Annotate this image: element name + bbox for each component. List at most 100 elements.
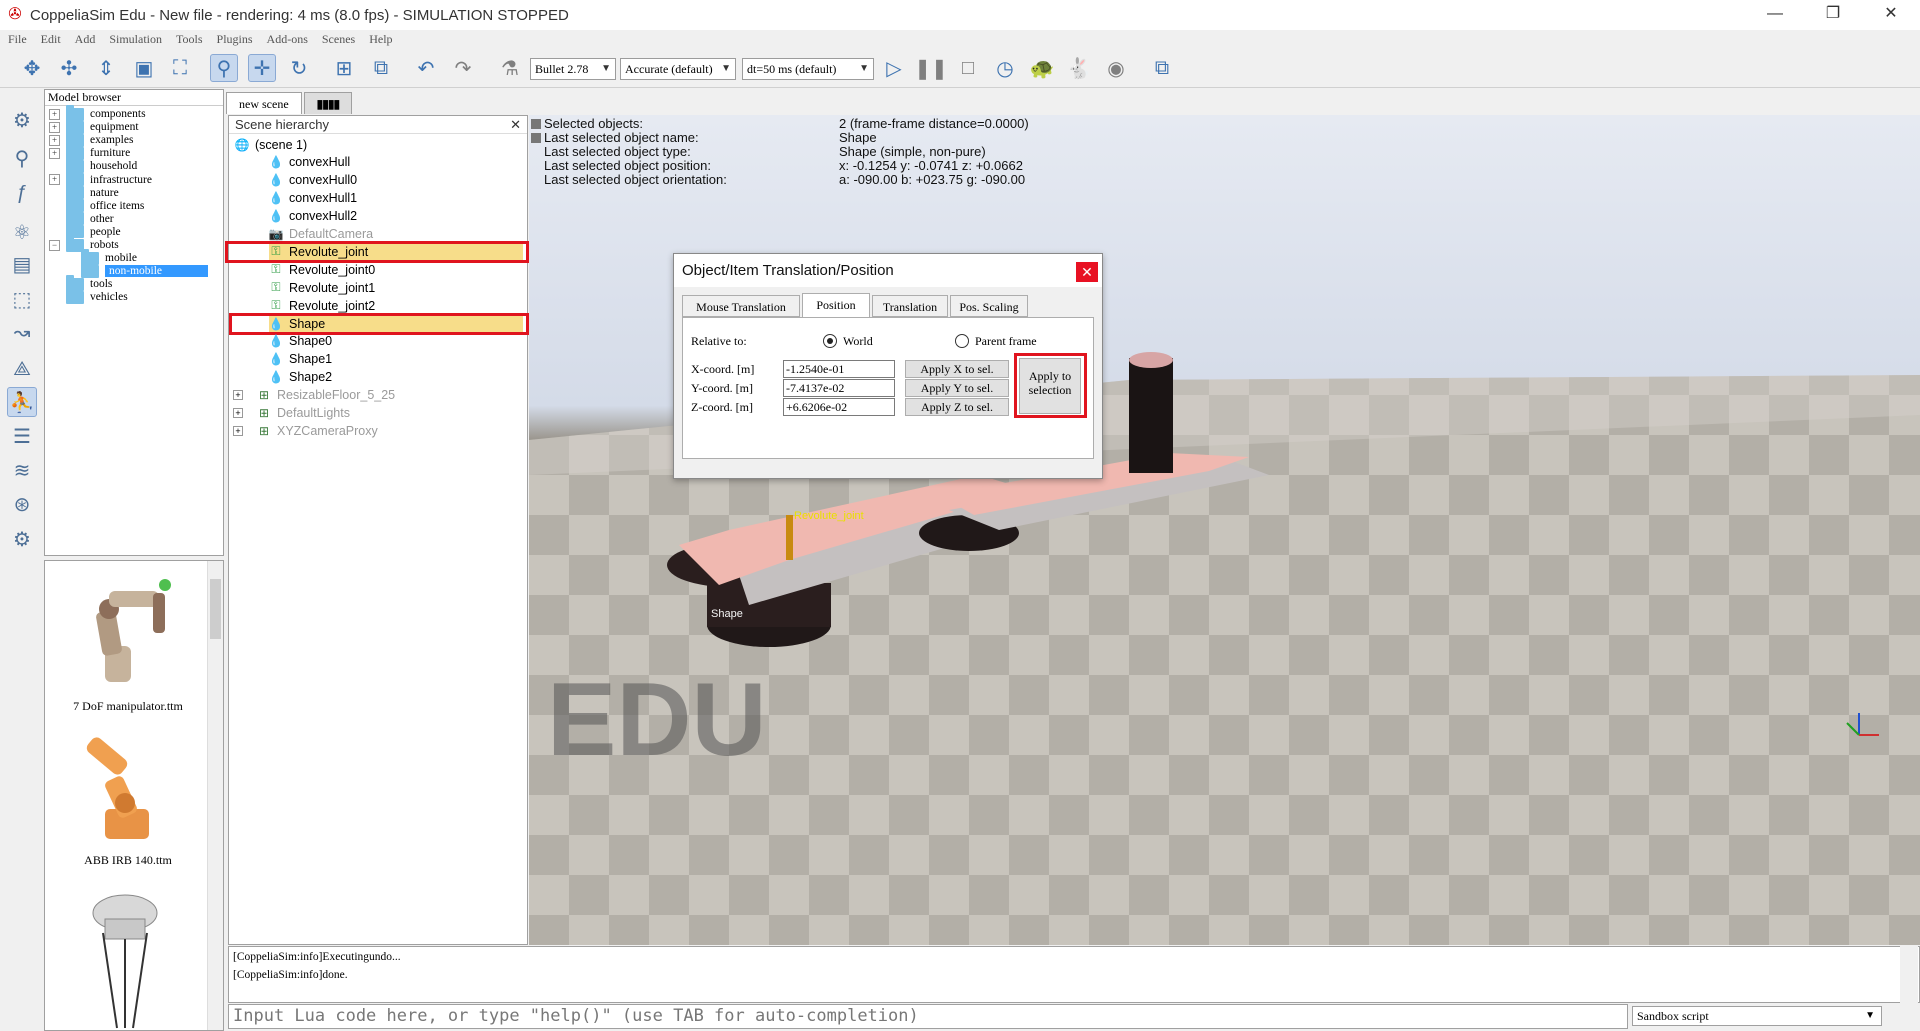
camera-angle-icon[interactable]: ▣ <box>130 54 158 82</box>
expand-icon[interactable]: + <box>49 108 60 120</box>
collections-icon[interactable]: ⚛ <box>7 217 37 247</box>
pause-simulation-icon[interactable]: ❚❚ <box>914 54 948 82</box>
path-edit-icon[interactable]: ↝ <box>7 317 37 347</box>
menu-simulation[interactable]: Simulation <box>109 32 162 47</box>
assemble-icon[interactable]: ⊞ <box>330 54 358 82</box>
physics-engine-select[interactable]: Bullet 2.78 ▼ <box>530 58 616 80</box>
expand-icon[interactable]: + <box>49 174 60 185</box>
stop-simulation-icon[interactable]: □ <box>954 54 982 82</box>
menu-addons[interactable]: Add-ons <box>267 32 308 47</box>
model-browser-icon[interactable]: ⛹ <box>7 387 37 417</box>
hierarchy-item[interactable]: ⚿ Revolute_joint0 <box>269 261 375 278</box>
apply-z-button[interactable]: Apply Z to sel. <box>905 398 1009 416</box>
script-context-select[interactable]: Sandbox script ▼ <box>1632 1006 1882 1026</box>
dialog-close-button[interactable]: ✕ <box>1076 262 1098 282</box>
tab-mouse-translation[interactable]: Mouse Translation <box>682 295 800 317</box>
world-radio[interactable] <box>823 334 837 348</box>
camera-shift-icon[interactable]: ⇕ <box>92 54 120 82</box>
abb-irb-140-thumbnail[interactable] <box>65 737 185 847</box>
expand-icon[interactable]: + <box>233 425 243 436</box>
fit-to-view-icon[interactable]: ⛶ <box>166 54 194 82</box>
menu-add[interactable]: Add <box>75 32 96 47</box>
selection-icon[interactable]: ⟁ <box>7 354 37 384</box>
shape-edit-icon[interactable]: ⬚ <box>7 284 37 314</box>
console-scrollbar[interactable] <box>1900 946 1918 1030</box>
undo-icon[interactable]: ↶ <box>412 54 440 82</box>
hierarchy-item[interactable]: + ⊞ ResizableFloor_5_25 <box>233 387 395 404</box>
transfer-dna-icon[interactable]: ⧉ <box>367 54 395 82</box>
simulation-settings-icon[interactable]: ⚙ <box>7 105 37 135</box>
expand-icon[interactable]: + <box>233 390 243 401</box>
calc-module-icon[interactable]: ƒ <box>7 178 37 208</box>
minimize-button[interactable]: — <box>1746 0 1804 30</box>
expand-icon[interactable]: + <box>233 408 243 418</box>
scene-hierarchy-icon[interactable]: ☰ <box>7 421 37 451</box>
delta-robot-thumbnail[interactable] <box>65 883 185 1031</box>
hierarchy-item[interactable]: 💧 Shape1 <box>269 351 333 368</box>
hierarchy-item[interactable]: + ⊞ DefaultLights <box>233 405 350 422</box>
hierarchy-item[interactable]: 💧 convexHull1 <box>269 190 358 207</box>
apply-x-button[interactable]: Apply X to sel. <box>905 360 1009 378</box>
y-coord-input[interactable]: -7.4137e-02 <box>783 379 895 397</box>
user-settings-icon[interactable]: ⚙ <box>7 524 37 554</box>
timestep-select[interactable]: dt=50 ms (default) ▼ <box>742 58 874 80</box>
hierarchy-item[interactable]: 💧 convexHull2 <box>269 208 358 225</box>
object-shift-icon[interactable]: ✛ <box>248 54 276 82</box>
video-recorder-icon[interactable]: ⊛ <box>7 489 37 519</box>
hierarchy-item[interactable]: ⚿ Revolute_joint1 <box>269 279 375 296</box>
tab-translation[interactable]: Translation <box>872 295 948 317</box>
x-coord-input[interactable]: -1.2540e-01 <box>783 360 895 378</box>
apply-y-button[interactable]: Apply Y to sel. <box>905 379 1009 397</box>
seven-dof-manipulator-thumbnail[interactable] <box>65 571 185 691</box>
hierarchy-item[interactable]: 💧 Shape0 <box>269 333 333 350</box>
menu-plugins[interactable]: Plugins <box>217 32 253 47</box>
scripts-icon[interactable]: ▤ <box>7 249 37 279</box>
realtime-icon[interactable]: ◷ <box>991 54 1019 82</box>
menu-help[interactable]: Help <box>369 32 392 47</box>
menu-edit[interactable]: Edit <box>41 32 61 47</box>
menu-tools[interactable]: Tools <box>176 32 203 47</box>
hierarchy-item[interactable]: 💧 Shape2 <box>269 369 333 386</box>
tab-other-scene[interactable]: ▮▮▮▮ <box>303 92 353 114</box>
expand-icon[interactable]: + <box>49 134 60 146</box>
object-rotate-icon[interactable]: ↻ <box>285 54 313 82</box>
parent-frame-radio[interactable] <box>955 334 969 348</box>
expand-icon[interactable]: + <box>49 147 60 159</box>
hierarchy-item[interactable]: 💧 convexHull0 <box>268 172 358 189</box>
tab-new-scene[interactable]: new scene <box>226 92 302 114</box>
thumbnails-scrollbar[interactable] <box>207 561 223 1030</box>
restore-button[interactable]: ❐ <box>1804 0 1862 30</box>
shape-icon: 💧 <box>268 173 284 188</box>
tab-pos-scaling[interactable]: Pos. Scaling <box>950 295 1028 317</box>
scrollbar-thumb[interactable] <box>210 579 221 639</box>
collapse-icon[interactable]: − <box>49 239 60 251</box>
click-select-icon[interactable]: ⚲ <box>210 54 238 82</box>
scene-viewport[interactable]: Revolute_joint Shape EDU Selected object… <box>529 115 1920 945</box>
redo-icon[interactable]: ↷ <box>449 54 477 82</box>
dynamics-icon[interactable]: ⚗ <box>496 54 524 82</box>
layers-icon[interactable]: ≋ <box>7 455 37 485</box>
camera-pan-icon[interactable]: ✥ <box>18 54 46 82</box>
menu-file[interactable]: File <box>8 32 27 47</box>
hierarchy-item[interactable]: 📷 DefaultCamera <box>269 226 374 243</box>
camera-rotate-icon[interactable]: ✣ <box>55 54 83 82</box>
close-icon[interactable]: ✕ <box>510 116 521 134</box>
scene-selector-icon[interactable]: ⧉ <box>1148 54 1176 82</box>
speed-up-icon[interactable]: 🐇 <box>1065 54 1093 82</box>
model-folder-item[interactable]: vehicles <box>49 287 128 305</box>
expand-icon[interactable]: + <box>49 121 60 133</box>
hierarchy-item[interactable]: + ⊞ XYZCameraProxy <box>233 422 378 439</box>
scene-search-icon[interactable]: ⚲ <box>7 143 37 173</box>
slow-down-icon[interactable]: 🐢 <box>1028 54 1056 82</box>
hierarchy-item[interactable]: ⚿ Revolute_joint2 <box>269 297 375 314</box>
lua-command-input[interactable]: Input Lua code here, or type "help()" (u… <box>228 1004 1628 1029</box>
visualization-icon[interactable]: ◉ <box>1102 54 1130 82</box>
z-coord-input[interactable]: +6.6206e-02 <box>783 398 895 416</box>
hierarchy-item[interactable]: 💧 convexHull <box>269 154 351 171</box>
start-simulation-icon[interactable]: ▷ <box>880 54 908 82</box>
tab-position[interactable]: Position <box>802 293 870 318</box>
menu-scenes[interactable]: Scenes <box>322 32 355 47</box>
hierarchy-item[interactable]: 🌐 (scene 1) <box>235 136 308 153</box>
accuracy-select[interactable]: Accurate (default) ▼ <box>620 58 736 80</box>
close-button[interactable]: ✕ <box>1862 0 1920 30</box>
